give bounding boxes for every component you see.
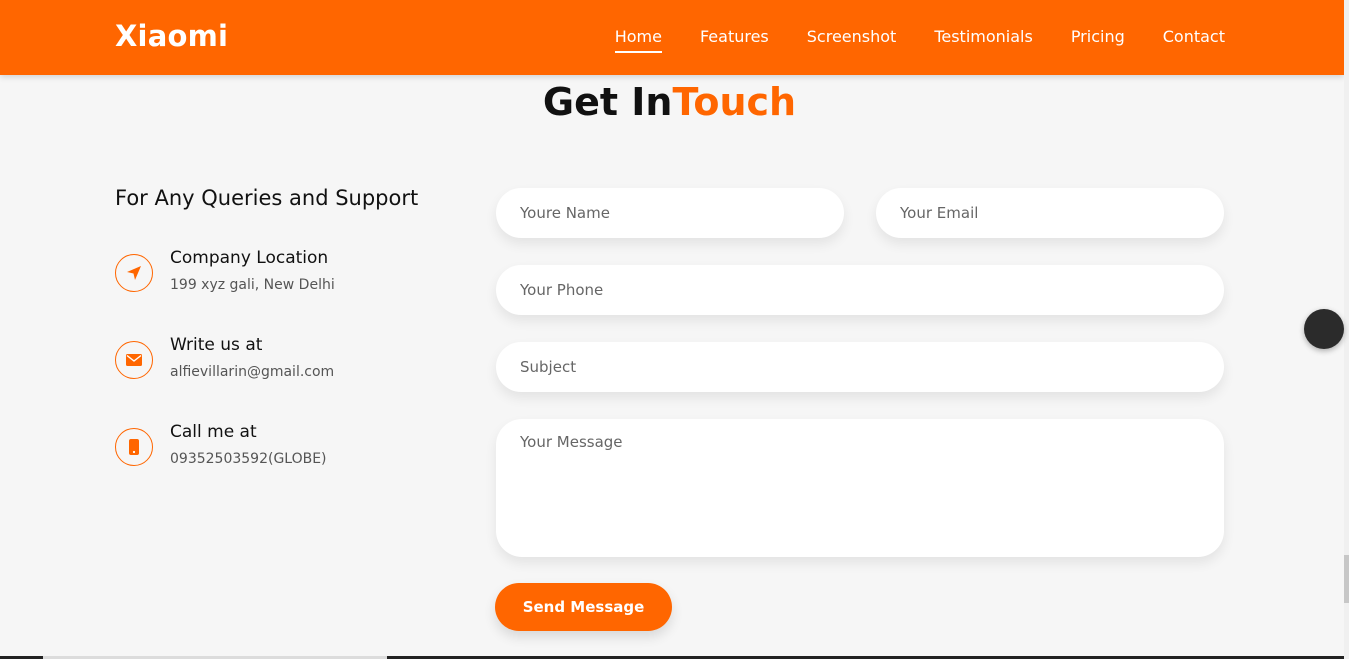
nav-testimonials[interactable]: Testimonials [934,27,1033,46]
site-header: Xiaomi Home Features Screenshot Testimon… [0,0,1344,75]
info-label: Company Location [170,248,329,268]
nav-home[interactable]: Home [614,27,663,53]
info-location: Company Location 199 xyz gali, New Delhi [115,248,335,293]
floating-action-button[interactable] [1304,309,1344,349]
email-input[interactable] [876,188,1224,238]
info-label: Call me at [170,422,257,442]
name-input[interactable] [496,188,844,238]
location-arrow-icon [115,254,153,292]
brand-logo[interactable]: Xiaomi [115,19,228,53]
section-title: Get InTouch [0,80,1339,124]
support-heading: For Any Queries and Support [115,186,419,210]
message-textarea[interactable] [496,419,1224,557]
info-value[interactable]: alfievillarin@gmail.com [170,364,334,380]
info-value: 199 xyz gali, New Delhi [170,277,335,293]
info-value[interactable]: 09352503592(GLOBE) [170,451,327,467]
info-label: Write us at [170,335,263,355]
scrollbar-thumb[interactable] [1344,555,1349,603]
title-part-2-accent: Touch [672,80,797,124]
subject-input[interactable] [496,342,1224,392]
phone-input[interactable] [496,265,1224,315]
main-nav: Home Features Screenshot Testimonials Pr… [614,27,1225,53]
send-message-button[interactable]: Send Message [495,583,672,631]
nav-features[interactable]: Features [700,27,769,46]
nav-contact[interactable]: Contact [1163,27,1225,46]
title-part-1: Get In [542,80,673,124]
nav-pricing[interactable]: Pricing [1071,27,1125,46]
info-email: Write us at alfievillarin@gmail.com [115,335,334,380]
info-phone: Call me at 09352503592(GLOBE) [115,422,327,467]
phone-icon [115,428,153,466]
envelope-icon [115,341,153,379]
page-scrollbar[interactable] [1344,0,1349,659]
nav-screenshot[interactable]: Screenshot [807,27,897,46]
